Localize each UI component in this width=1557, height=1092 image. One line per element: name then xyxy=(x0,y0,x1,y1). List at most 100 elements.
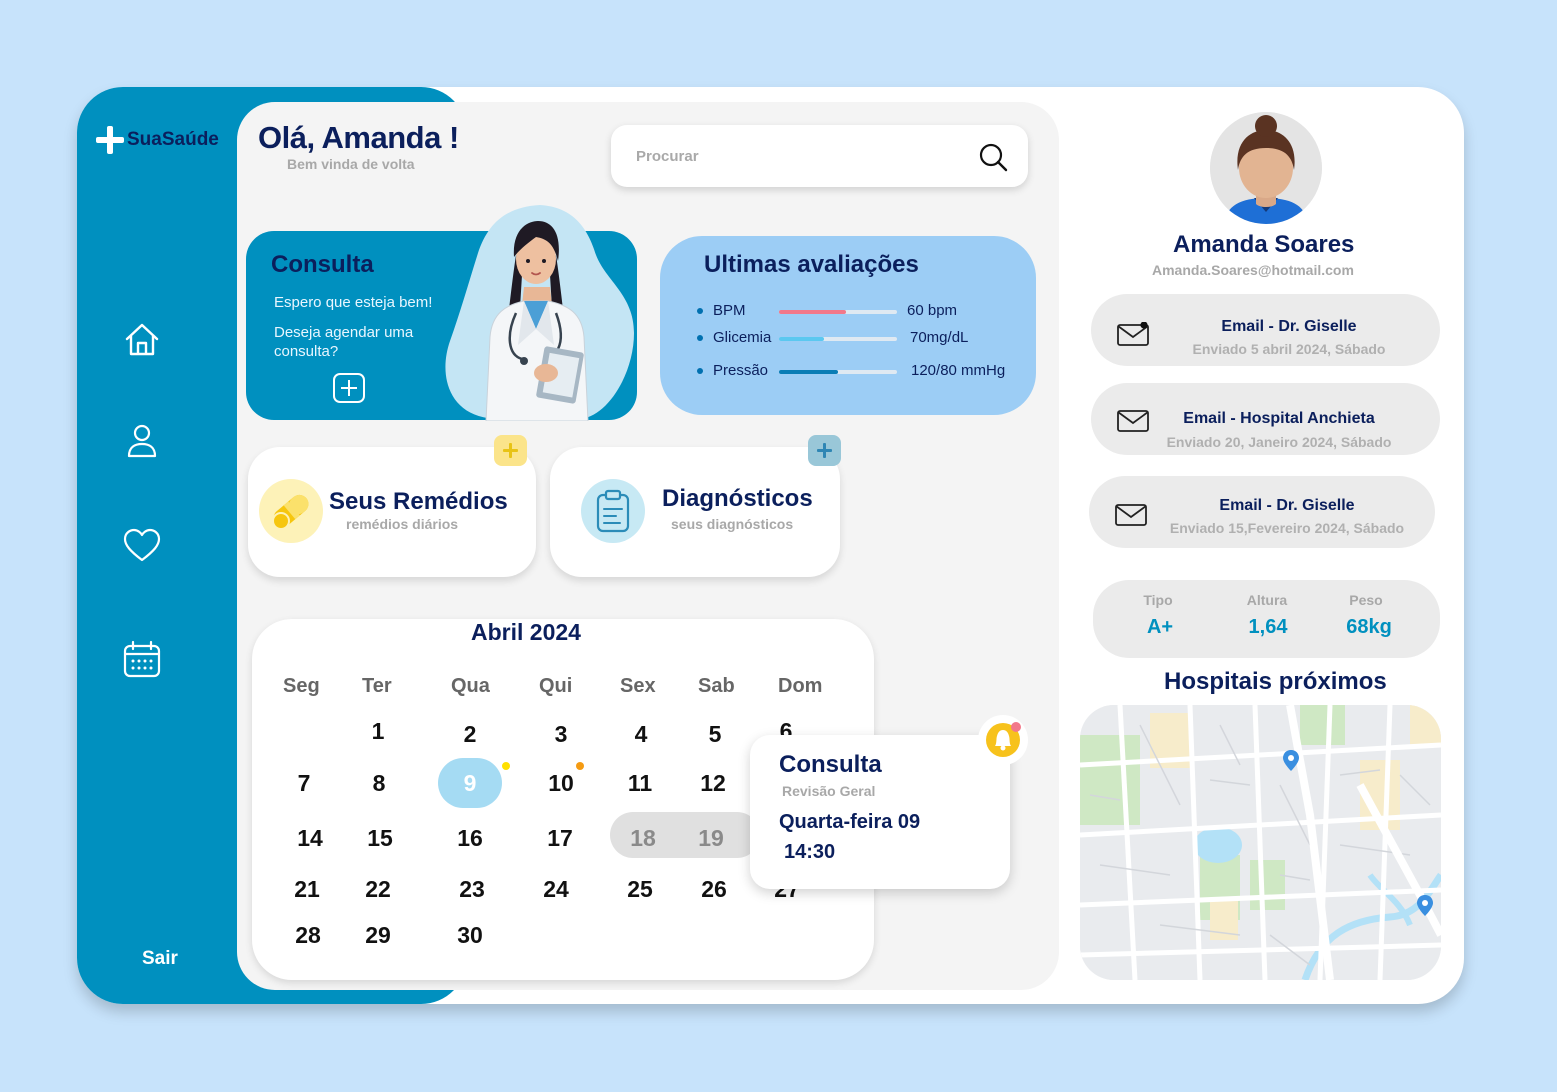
popup-subtitle: Revisão Geral xyxy=(782,783,876,799)
brand-logo[interactable]: SuaSaúde xyxy=(96,126,219,154)
avatar[interactable] xyxy=(1210,112,1322,224)
weekday-label: Sab xyxy=(698,675,735,697)
consulta-message: Espero que esteja bem! xyxy=(274,294,433,311)
bell-icon xyxy=(986,722,1021,757)
hospitals-title: Hospitais próximos xyxy=(1164,668,1387,695)
pill-icon xyxy=(259,479,323,543)
calendar-day[interactable]: 4 xyxy=(619,721,663,748)
progress-fill xyxy=(779,370,838,374)
weekday-label: Qua xyxy=(451,675,490,697)
calendar-day[interactable]: 12 xyxy=(691,770,735,797)
heart-icon[interactable] xyxy=(120,524,164,568)
calendar-title: Abril 2024 xyxy=(471,619,581,645)
calendar-day[interactable]: 15 xyxy=(358,825,402,852)
evaluations-title: Ultimas avaliações xyxy=(704,251,919,278)
stat-label: Altura xyxy=(1246,592,1288,608)
email-item[interactable]: Email - Hospital Anchieta Enviado 20, Ja… xyxy=(1091,383,1440,455)
add-remedio-button[interactable] xyxy=(494,435,527,466)
calendar-day[interactable]: 11 xyxy=(618,770,662,797)
user-name: Amanda Soares xyxy=(1173,231,1355,258)
popup-date: Quarta-feira 09 xyxy=(779,811,921,833)
evaluation-value: 70mg/dL xyxy=(910,329,969,346)
popup-title: Consulta xyxy=(779,751,882,778)
calendar-day[interactable]: 3 xyxy=(539,721,583,748)
evaluation-row-glicemia: Glicemia 70mg/dL xyxy=(697,329,997,349)
evaluation-value: 60 bpm xyxy=(907,302,958,319)
calendar-day[interactable]: 25 xyxy=(618,876,662,903)
calendar-day[interactable]: 10 xyxy=(539,770,583,797)
consulta-question: Deseja agendar uma consulta? xyxy=(274,324,414,360)
evaluation-label: BPM xyxy=(713,302,746,319)
calendar-day[interactable]: 26 xyxy=(692,876,736,903)
diagnosticos-title: Diagnósticos xyxy=(662,485,813,512)
calendar-day[interactable]: 19 xyxy=(689,825,733,852)
calendar-day[interactable]: 23 xyxy=(450,876,494,903)
stat-label: Peso xyxy=(1349,592,1383,608)
remedios-title: Seus Remédios xyxy=(329,488,508,515)
calendar-day[interactable]: 9 xyxy=(448,770,492,797)
user-icon[interactable] xyxy=(120,418,164,462)
notification-bell[interactable] xyxy=(978,715,1028,765)
evaluation-row-pressao: Pressão 120/80 mmHg xyxy=(697,362,1017,382)
calendar-day[interactable]: 28 xyxy=(286,922,330,949)
calendar-day[interactable]: 17 xyxy=(538,825,582,852)
remedios-subtitle: remédios diários xyxy=(346,516,459,532)
calendar-day[interactable]: 22 xyxy=(356,876,400,903)
calendar-day[interactable]: 8 xyxy=(357,770,401,797)
greeting-title: Olá, Amanda ! xyxy=(258,120,459,155)
event-dot xyxy=(576,762,584,770)
weekday-label: Ter xyxy=(362,675,392,697)
email-title: Email - Hospital Anchieta xyxy=(1183,410,1375,427)
progress-fill xyxy=(779,337,824,341)
event-dot xyxy=(502,762,510,770)
exit-button[interactable]: Sair xyxy=(142,948,178,970)
evaluation-label: Pressão xyxy=(713,362,769,379)
progress-track xyxy=(779,310,897,314)
stat-label: Tipo xyxy=(1143,592,1173,608)
email-item[interactable]: Email - Dr. Giselle Enviado 15,Fevereiro… xyxy=(1089,476,1435,548)
doctor-illustration xyxy=(445,205,634,421)
email-item[interactable]: Email - Dr. Giselle Enviado 5 abril 2024… xyxy=(1091,294,1440,366)
search-input[interactable] xyxy=(636,143,956,169)
calendar-day[interactable]: 29 xyxy=(356,922,400,949)
bullet-icon xyxy=(697,308,703,314)
calendar-day[interactable]: 21 xyxy=(285,876,329,903)
calendar-day[interactable]: 24 xyxy=(534,876,578,903)
weekday-label: Sex xyxy=(620,675,656,697)
search-icon[interactable] xyxy=(977,141,1009,173)
calendar-day[interactable]: 5 xyxy=(693,721,737,748)
stat-value: 1,64 xyxy=(1248,616,1288,638)
stat-value: 68kg xyxy=(1346,616,1392,638)
weekday-label: Seg xyxy=(283,675,320,697)
evaluation-label: Glicemia xyxy=(713,329,772,346)
calendar-day[interactable]: 7 xyxy=(282,770,326,797)
add-consulta-button[interactable] xyxy=(333,373,365,403)
brand-name: SuaSaúde xyxy=(127,129,219,150)
calendar-day[interactable]: 18 xyxy=(621,825,665,852)
calendar-day[interactable]: 16 xyxy=(448,825,492,852)
home-icon[interactable] xyxy=(120,318,164,362)
weekday-label: Dom xyxy=(778,675,823,697)
clipboard-icon xyxy=(581,479,645,543)
calendar-day[interactable]: 30 xyxy=(448,922,492,949)
calendar-day[interactable]: 1 xyxy=(356,718,400,745)
email-title: Email - Dr. Giselle xyxy=(1221,318,1357,335)
evaluation-value: 120/80 mmHg xyxy=(911,362,1006,379)
evaluation-row-bpm: BPM 60 bpm xyxy=(697,302,997,322)
hospitals-map[interactable] xyxy=(1080,705,1441,980)
greeting-subtitle: Bem vinda de volta xyxy=(287,156,415,172)
stat-value: A+ xyxy=(1146,616,1174,638)
calendar-icon[interactable] xyxy=(120,638,164,682)
email-title: Email - Dr. Giselle xyxy=(1219,497,1355,514)
plus-logo-icon xyxy=(96,126,124,154)
weekday-label: Qui xyxy=(539,675,573,697)
email-sent: Enviado 5 abril 2024, Sábado xyxy=(1192,341,1386,357)
add-diagnostico-button[interactable] xyxy=(808,435,841,466)
user-email: Amanda.Soares@hotmail.com xyxy=(1152,262,1354,278)
email-sent: Enviado 20, Janeiro 2024, Sábado xyxy=(1166,434,1392,450)
calendar-day[interactable]: 2 xyxy=(448,721,492,748)
email-sent: Enviado 15,Fevereiro 2024, Sábado xyxy=(1169,520,1405,536)
bullet-icon xyxy=(697,368,703,374)
bullet-icon xyxy=(697,335,703,341)
calendar-day[interactable]: 14 xyxy=(288,825,332,852)
